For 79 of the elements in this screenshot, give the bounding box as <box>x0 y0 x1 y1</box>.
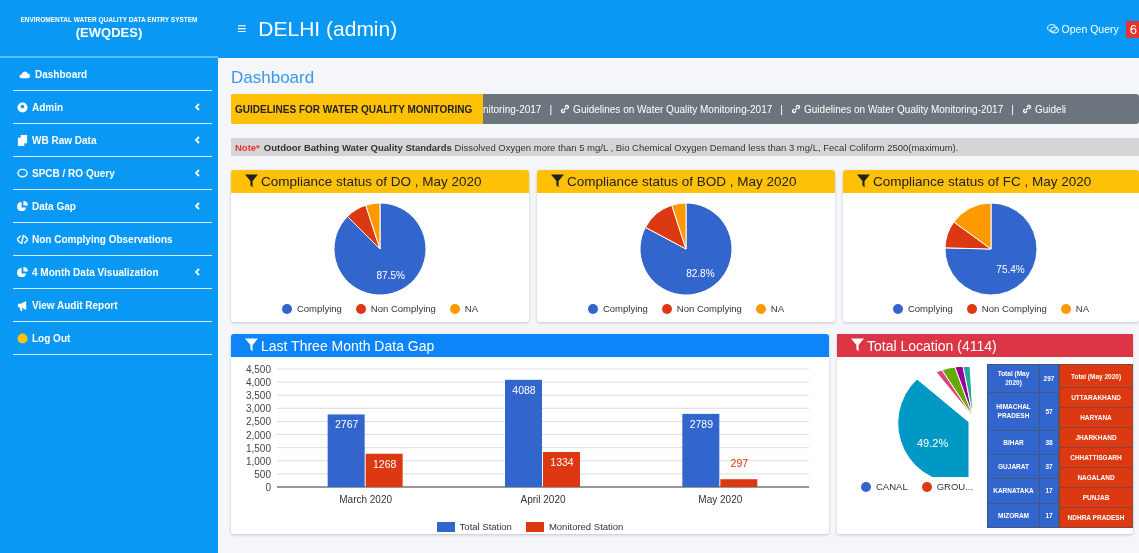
sidebar-item[interactable]: Dashboard <box>13 58 212 91</box>
legend-item: NA <box>1060 303 1089 314</box>
axis-tick-label: 1,500 <box>245 442 271 454</box>
axis-tick-label: 0 <box>265 482 271 493</box>
filter-icon <box>245 174 258 188</box>
bar-value-label: 2767 <box>335 418 359 431</box>
separator: | <box>780 103 784 115</box>
filter-icon <box>245 338 258 352</box>
slice-label: 75.4% <box>996 264 1025 276</box>
copy-icon <box>17 134 28 146</box>
sidebar-item[interactable]: Data Gap <box>13 190 212 223</box>
app-title: (EWQDES) <box>75 25 143 40</box>
ticker-label: GUIDELINES FOR WATER QUALITY MONITORING <box>231 94 483 124</box>
legend-item: CANAL <box>861 481 908 492</box>
legend-item: Non Complying <box>661 303 742 314</box>
axis-tick-label: 1,000 <box>245 455 271 467</box>
card-title: Compliance status of BOD , May 2020 <box>567 174 797 190</box>
legend-item: NA <box>755 303 784 314</box>
slice-label: 87.5% <box>376 269 405 281</box>
legend-item: Monitored Station <box>525 521 624 532</box>
card-title: Compliance status of FC , May 2020 <box>873 174 1092 190</box>
code-icon <box>17 233 28 245</box>
sidebar-item[interactable]: Log Out <box>13 322 212 355</box>
filter-icon <box>551 174 564 188</box>
card-title: Total Location (4114) <box>867 338 997 354</box>
legend-item: Non Complying <box>966 303 1047 314</box>
page-header-title: DELHI (admin) <box>258 17 399 41</box>
card-title: Last Three Month Data Gap <box>261 338 435 354</box>
bar-value-label: 297 <box>730 457 749 470</box>
chat-icon <box>1046 24 1059 34</box>
user-icon <box>17 101 28 113</box>
sidebar-item[interactable]: Non Complying Observations <box>13 223 212 256</box>
note-text: Outdoor Bathing Water Quality Standards Dissolved Oxygen more than 5 mg/L , Bio Chemical Oxygen Demand less than 3 mg/L, Fecal Coliform 2500(maximum). <box>263 141 959 153</box>
megaphone-icon <box>17 299 28 311</box>
separator: | <box>1011 103 1014 115</box>
sidebar-item[interactable]: Admin <box>13 91 212 124</box>
bar-value-label: 1268 <box>373 457 397 470</box>
chat-icon <box>17 167 28 179</box>
legend-item: Complying <box>281 303 342 314</box>
separator: | <box>549 103 553 115</box>
guideline-link[interactable]: Guideli <box>1021 103 1067 115</box>
axis-tick-label: 500 <box>254 468 271 480</box>
bar-value-label: 1334 <box>550 456 574 468</box>
menu-button[interactable]: ≡ <box>237 20 247 38</box>
legend-item: Non Complying <box>355 303 436 314</box>
axis-tick-label: 3,500 <box>245 390 271 402</box>
filter-icon <box>851 338 864 352</box>
axis-category-label: March 2020 <box>339 494 393 505</box>
pie-chart-icon <box>17 200 28 212</box>
page-title: Dashboard <box>231 67 316 89</box>
sidebar-item[interactable]: View Audit Report <box>13 289 212 322</box>
pie-chart-icon <box>17 266 28 278</box>
filter-icon <box>857 174 870 188</box>
sidebar-item[interactable]: WB Raw Data <box>13 124 212 157</box>
legend-item: Complying <box>892 303 953 314</box>
status-dot-icon <box>17 332 28 344</box>
bar-value-label: 2789 <box>689 417 713 430</box>
axis-tick-label: 2,500 <box>245 416 271 428</box>
guideline-link[interactable]: Guidelines on Water Quality Monitoring-2017 <box>791 103 1004 115</box>
legend-item: GROU... <box>921 481 974 492</box>
legend-item: Complying <box>587 303 648 314</box>
card-title: Compliance status of DO , May 2020 <box>261 174 482 190</box>
axis-category-label: April 2020 <box>520 494 566 505</box>
sidebar-item[interactable]: SPCB / RO Query <box>13 157 212 190</box>
guideline-link[interactable]: nitoring-2017 <box>483 103 542 115</box>
guideline-link[interactable]: Guidelines on Water Quality Monitoring-2017 <box>560 103 773 115</box>
axis-tick-label: 3,000 <box>245 403 271 415</box>
axis-tick-label: 2,000 <box>245 429 271 441</box>
count-badge: 6 <box>1125 20 1139 38</box>
open-query-link[interactable]: Open Query 6 <box>1046 20 1139 38</box>
sidebar-item[interactable]: 4 Month Data Visualization <box>13 256 212 289</box>
axis-category-label: May 2020 <box>698 494 743 505</box>
legend-item: Total Station <box>436 521 512 532</box>
bar-value-label: 4088 <box>512 383 536 396</box>
slice-label: 82.8% <box>686 268 715 279</box>
axis-tick-label: 4,500 <box>245 364 271 375</box>
legend-item: NA <box>449 303 478 314</box>
note-label: Note* <box>235 141 260 153</box>
axis-tick-label: 4,000 <box>245 377 271 389</box>
